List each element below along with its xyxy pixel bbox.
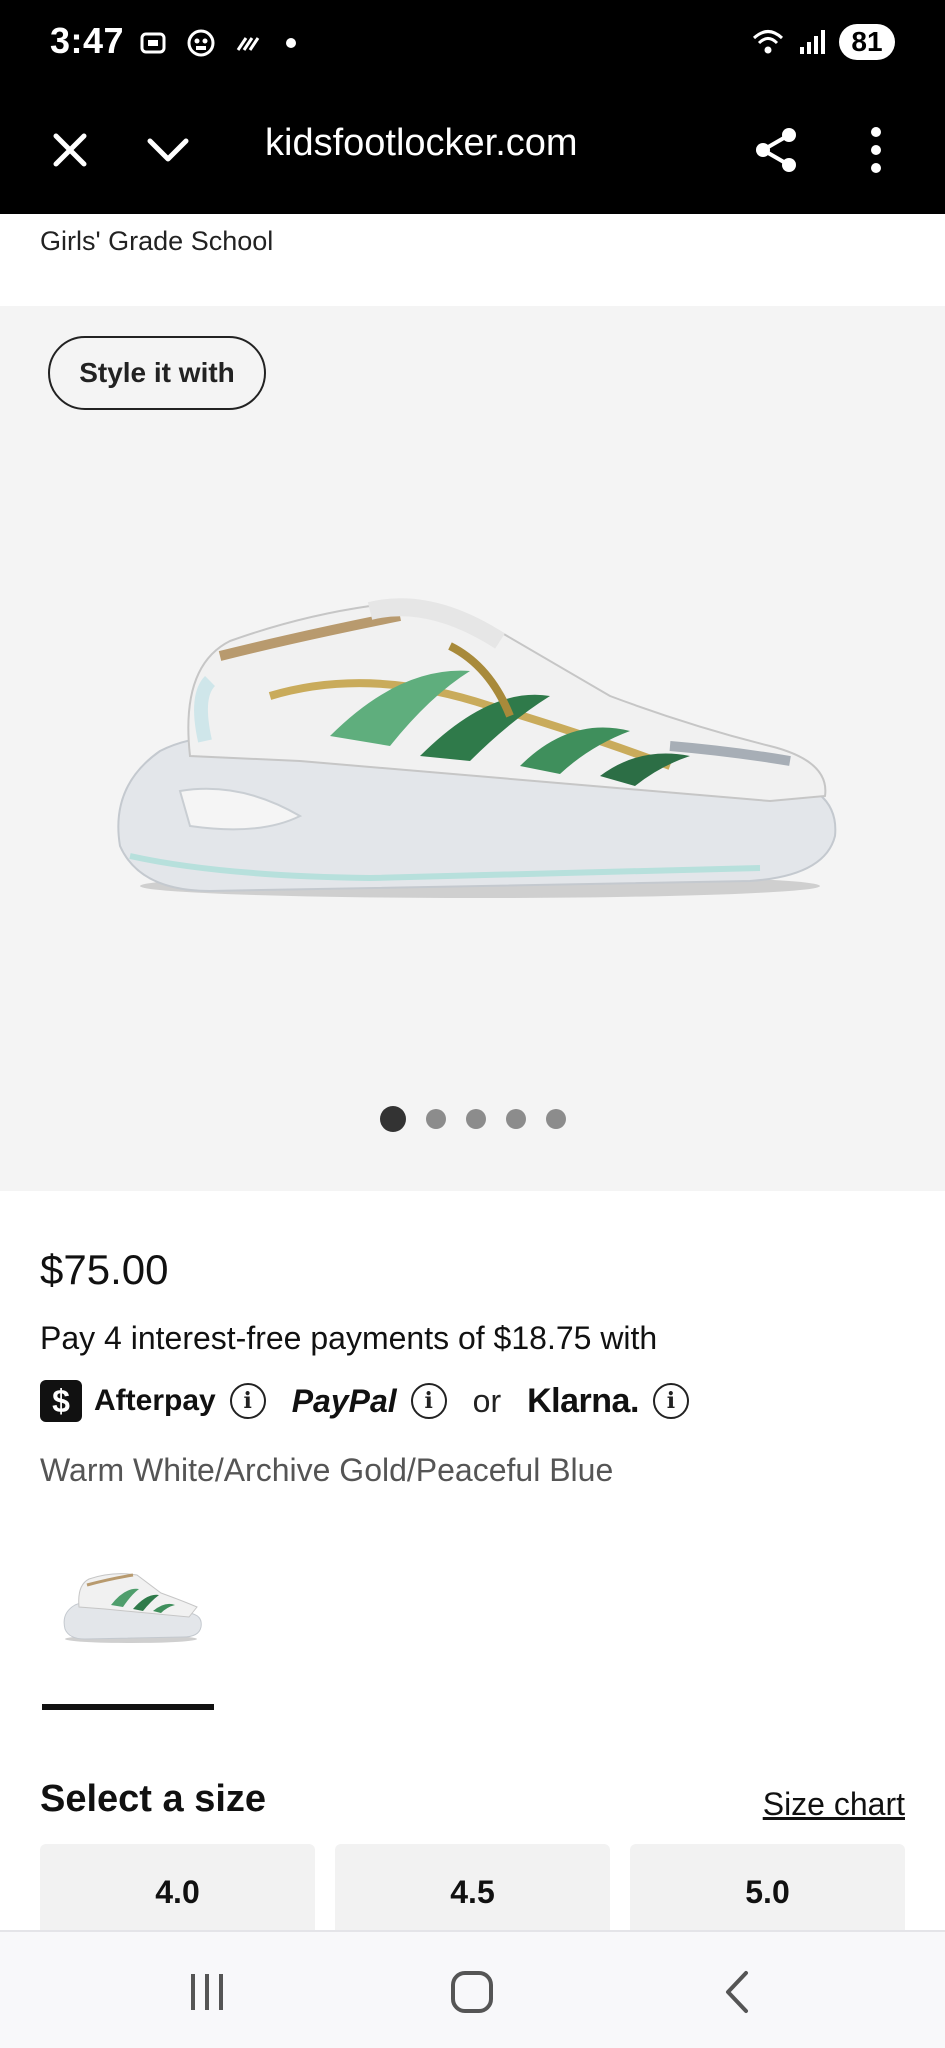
product-image[interactable] — [70, 546, 870, 946]
recents-icon[interactable] — [172, 1962, 242, 2022]
payment-options: $ Afterpay i PayPal i or Klarna. i — [40, 1378, 689, 1424]
more-vert-icon[interactable] — [842, 116, 910, 184]
colorway-label: Warm White/Archive Gold/Peaceful Blue — [40, 1452, 614, 1488]
chevron-down-icon[interactable] — [134, 116, 202, 184]
gallery-dot-5[interactable] — [546, 1109, 566, 1129]
status-bar: 3:47 81 — [0, 0, 945, 86]
gallery-dots — [380, 1106, 566, 1132]
share-icon[interactable] — [742, 116, 810, 184]
afterpay-info-icon[interactable]: i — [229, 1383, 266, 1419]
status-right: 81 — [751, 24, 895, 60]
paypal-info-icon[interactable]: i — [410, 1383, 447, 1419]
home-icon[interactable] — [437, 1962, 507, 2022]
data-icon — [232, 26, 266, 60]
klarna-label: Klarna. — [527, 1381, 639, 1420]
or-label: or — [472, 1382, 502, 1419]
afterpay-logo-icon: $ — [40, 1380, 82, 1422]
close-icon[interactable] — [36, 116, 104, 184]
screenshot-icon — [136, 26, 170, 60]
klarna-info-icon[interactable]: i — [652, 1383, 689, 1419]
wifi-icon — [751, 25, 785, 59]
breadcrumb[interactable]: Girls' Grade School — [40, 226, 273, 257]
gallery-dot-1[interactable] — [380, 1106, 406, 1132]
select-size-title: Select a size — [40, 1778, 267, 1820]
swatch-selected-indicator — [42, 1704, 214, 1710]
url-field[interactable]: kidsfootlocker.com — [265, 122, 578, 165]
gallery-dot-4[interactable] — [506, 1109, 526, 1129]
product-gallery[interactable]: Style it with — [0, 306, 945, 1191]
browser-toolbar: kidsfootlocker.com — [0, 86, 945, 214]
gallery-dot-3[interactable] — [466, 1109, 486, 1129]
afterpay-label: Afterpay — [94, 1384, 216, 1417]
status-time: 3:47 — [50, 20, 125, 61]
style-it-with-button[interactable]: Style it with — [48, 336, 266, 410]
notification-dot — [286, 38, 296, 48]
color-swatch[interactable] — [42, 1540, 214, 1670]
system-nav-bar — [0, 1930, 945, 2048]
status-icons — [136, 26, 296, 60]
media-icon — [184, 26, 218, 60]
paypal-label: PayPal — [291, 1382, 397, 1419]
signal-icon — [795, 25, 829, 59]
battery-icon: 81 — [839, 24, 895, 60]
back-icon[interactable] — [702, 1962, 772, 2022]
gallery-dot-2[interactable] — [426, 1109, 446, 1129]
product-price: $75.00 — [40, 1246, 169, 1293]
size-chart-link[interactable]: Size chart — [763, 1786, 905, 1823]
installments-text: Pay 4 interest-free payments of $18.75 w… — [40, 1320, 658, 1356]
